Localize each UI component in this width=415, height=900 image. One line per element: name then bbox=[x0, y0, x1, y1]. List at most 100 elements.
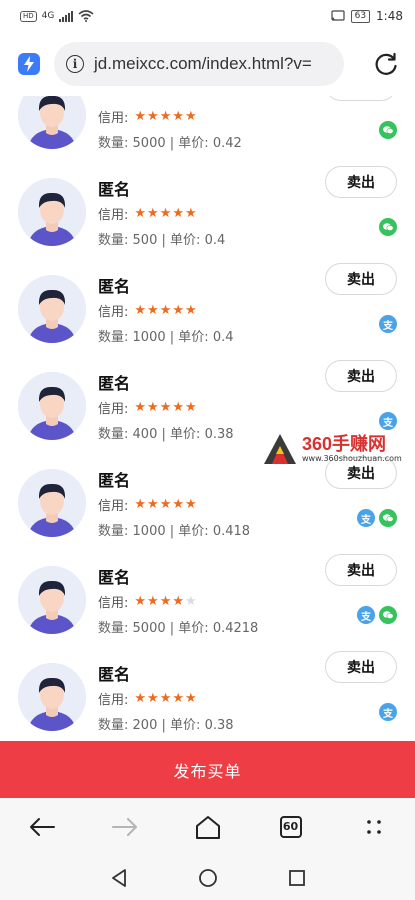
sell-order-list[interactable]: 信用:★★★★★数量: 5000 | 单价: 0.42卖出匿名信用:★★★★★数… bbox=[0, 96, 415, 741]
url-text[interactable]: jd.meixcc.com/index.html?v= bbox=[94, 54, 312, 74]
star-rating: ★ ★ ★ ★ ★ bbox=[134, 595, 196, 608]
seller-name: 匿名 bbox=[98, 471, 131, 490]
quantity-value: 500 bbox=[132, 233, 158, 248]
star-rating: ★ ★ ★ ★ ★ bbox=[134, 304, 196, 317]
payment-methods: 支 bbox=[379, 412, 397, 430]
sell-order-list-inner: 信用:★★★★★数量: 5000 | 单价: 0.42卖出匿名信用:★★★★★数… bbox=[0, 96, 415, 741]
sell-button[interactable]: 卖出 bbox=[325, 554, 397, 586]
quantity-label: 数量: bbox=[98, 233, 129, 248]
unit-price-value: 0.38 bbox=[204, 427, 234, 442]
avatar bbox=[18, 566, 86, 634]
alipay-icon: 支 bbox=[357, 509, 375, 527]
wechat-pay-icon bbox=[379, 218, 397, 236]
star-icon: ★ bbox=[159, 400, 172, 415]
star-rating: ★ ★ ★ ★ ★ bbox=[134, 692, 196, 705]
quantity-value: 400 bbox=[132, 427, 158, 442]
quantity-label: 数量: bbox=[98, 427, 129, 442]
quantity-value: 200 bbox=[132, 718, 158, 733]
quantity-value: 1000 bbox=[132, 524, 166, 539]
sell-button[interactable]: 卖出 bbox=[325, 96, 397, 101]
sell-button[interactable]: 卖出 bbox=[325, 166, 397, 198]
system-back-icon[interactable] bbox=[110, 868, 128, 888]
star-icon: ★ bbox=[134, 206, 147, 221]
system-recents-icon[interactable] bbox=[288, 869, 306, 887]
alipay-icon: 支 bbox=[379, 315, 397, 333]
star-icon: ★ bbox=[185, 400, 197, 415]
back-arrow-icon[interactable] bbox=[22, 807, 62, 847]
unit-price-label: 单价: bbox=[170, 233, 201, 248]
seller-name: 匿名 bbox=[98, 277, 131, 296]
info-icon[interactable]: i bbox=[66, 55, 84, 73]
info-separator: | bbox=[161, 233, 166, 248]
star-icon: ★ bbox=[147, 206, 159, 221]
credit-rating: 信用: ★ ★ ★ ★ ★ bbox=[98, 398, 197, 417]
quantity-value: 1000 bbox=[132, 330, 166, 345]
info-separator: | bbox=[169, 330, 175, 345]
publish-buy-order-button[interactable]: 发布买单 bbox=[0, 741, 415, 798]
order-info: 数量: 1000 | 单价: 0.418 bbox=[98, 520, 250, 539]
address-bar[interactable]: i jd.meixcc.com/index.html?v= bbox=[54, 42, 344, 86]
quantity-value: 5000 bbox=[132, 621, 166, 636]
star-icon: ★ bbox=[159, 109, 172, 124]
unit-price-value: 0.4 bbox=[204, 233, 226, 248]
credit-rating: 信用: ★ ★ ★ ★ ★ bbox=[98, 592, 197, 611]
payment-methods: 支 bbox=[357, 606, 397, 624]
info-separator: | bbox=[161, 718, 166, 733]
star-icon: ★ bbox=[172, 303, 185, 318]
star-icon: ★ bbox=[134, 400, 147, 415]
star-icon: ★ bbox=[185, 594, 197, 609]
seller-name: 匿名 bbox=[98, 665, 131, 684]
forward-arrow-icon[interactable] bbox=[105, 807, 145, 847]
unit-price-label: 单价: bbox=[178, 621, 209, 636]
quantity-label: 数量: bbox=[98, 524, 129, 539]
unit-price-value: 0.418 bbox=[212, 524, 251, 539]
sell-button[interactable]: 卖出 bbox=[325, 360, 397, 392]
payment-methods bbox=[379, 121, 397, 139]
star-icon: ★ bbox=[159, 594, 172, 609]
star-rating: ★ ★ ★ ★ ★ bbox=[134, 207, 196, 220]
quantity-label: 数量: bbox=[98, 136, 129, 151]
unit-price-label: 单价: bbox=[178, 136, 209, 151]
home-icon[interactable] bbox=[188, 807, 228, 847]
list-item: 匿名 信用: ★ ★ ★ ★ ★ 数量: 500 | 单价: 0.4 卖出 bbox=[0, 166, 415, 263]
credit-rating: 信用: ★ ★ ★ ★ ★ bbox=[98, 107, 197, 126]
credit-label: 信用: bbox=[98, 693, 129, 708]
order-info: 数量: 400 | 单价: 0.38 bbox=[98, 423, 234, 442]
tab-count: 60 bbox=[279, 815, 302, 838]
star-icon: ★ bbox=[134, 497, 147, 512]
signal-icon bbox=[59, 10, 74, 22]
unit-price-value: 0.4 bbox=[212, 330, 234, 345]
lightning-app-icon[interactable] bbox=[18, 53, 40, 75]
star-icon: ★ bbox=[159, 497, 172, 512]
star-icon: ★ bbox=[172, 691, 185, 706]
star-icon: ★ bbox=[147, 400, 159, 415]
avatar bbox=[18, 372, 86, 440]
quantity-value: 5000 bbox=[132, 136, 166, 151]
wechat-pay-icon bbox=[379, 509, 397, 527]
watermark-title: 360手赚网 bbox=[302, 434, 387, 454]
cast-icon bbox=[330, 10, 345, 21]
star-icon: ★ bbox=[172, 206, 185, 221]
star-rating: ★ ★ ★ ★ ★ bbox=[134, 498, 196, 511]
credit-label: 信用: bbox=[98, 305, 129, 320]
sell-button[interactable]: 卖出 bbox=[325, 263, 397, 295]
quantity-label: 数量: bbox=[98, 621, 129, 636]
system-home-icon[interactable] bbox=[198, 868, 218, 888]
seller-name: 匿名 bbox=[98, 374, 131, 393]
menu-dots-icon[interactable] bbox=[354, 807, 394, 847]
status-left: HD 4G bbox=[20, 10, 94, 22]
alipay-icon: 支 bbox=[357, 606, 375, 624]
quantity-label: 数量: bbox=[98, 330, 129, 345]
order-info: 数量: 500 | 单价: 0.4 bbox=[98, 229, 225, 248]
unit-price-label: 单价: bbox=[178, 524, 209, 539]
credit-rating: 信用: ★ ★ ★ ★ ★ bbox=[98, 301, 197, 320]
star-icon: ★ bbox=[172, 109, 185, 124]
star-icon: ★ bbox=[159, 691, 172, 706]
payment-methods: 支 bbox=[379, 315, 397, 333]
tabs-button[interactable]: 60 bbox=[271, 807, 311, 847]
star-icon: ★ bbox=[134, 691, 147, 706]
browser-toolbar: i jd.meixcc.com/index.html?v= bbox=[0, 32, 415, 96]
sell-button[interactable]: 卖出 bbox=[325, 651, 397, 683]
star-icon: ★ bbox=[134, 109, 147, 124]
refresh-icon[interactable] bbox=[371, 49, 401, 79]
